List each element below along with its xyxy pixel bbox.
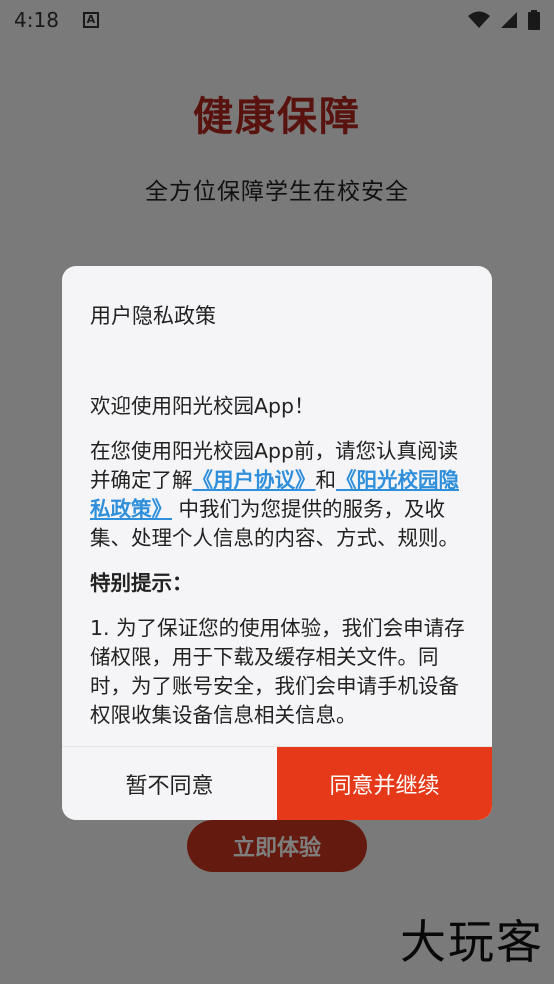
and-text: 和 xyxy=(315,468,337,492)
user-agreement-link[interactable]: 《用户协议》 xyxy=(193,468,316,492)
intro-paragraph: 在您使用阳光校园App前，请您认真阅读并确定了解《用户协议》和《阳光校园隐私政策… xyxy=(90,437,472,553)
dialog-footer: 暂不同意 同意并继续 xyxy=(62,746,492,820)
dialog-body-scroll[interactable]: 欢迎使用阳光校园App！ 在您使用阳光校园App前，请您认真阅读并确定了解《用户… xyxy=(90,392,472,746)
dialog-title: 用户隐私政策 xyxy=(90,304,216,328)
privacy-policy-dialog: 用户隐私政策 欢迎使用阳光校园App！ 在您使用阳光校园App前，请您认真阅读并… xyxy=(62,266,492,820)
notice-item-1: 1. 为了保证您的使用体验，我们会申请存储权限，用于下载及缓存相关文件。同时，为… xyxy=(90,616,465,727)
agree-continue-button[interactable]: 同意并继续 xyxy=(277,747,492,820)
disagree-button[interactable]: 暂不同意 xyxy=(62,747,277,820)
welcome-text: 欢迎使用阳光校园App！ xyxy=(90,394,315,418)
notice-heading: 特别提示： xyxy=(90,571,193,595)
